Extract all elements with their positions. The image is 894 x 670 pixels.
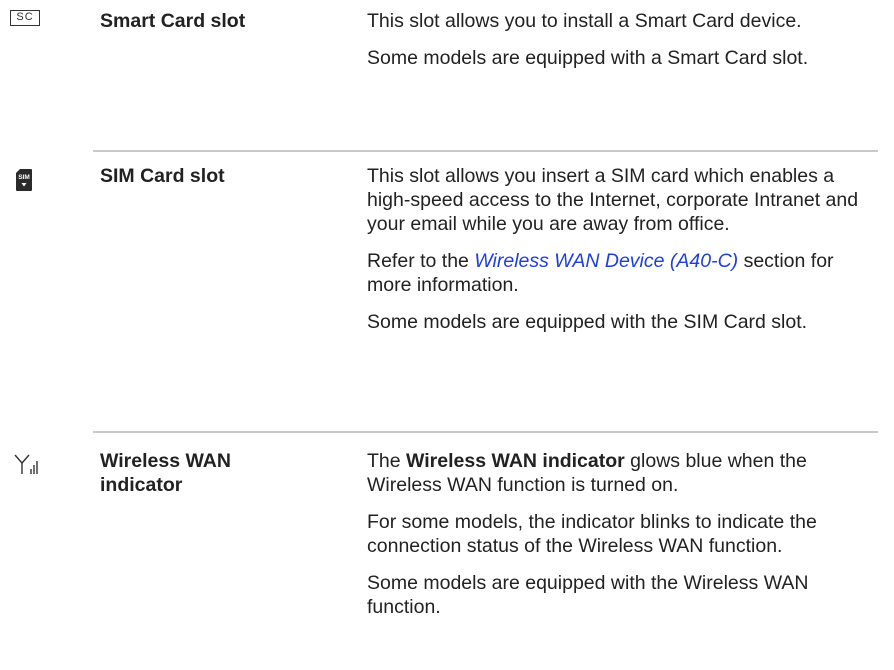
term-smart-card-slot: Smart Card slot: [100, 10, 246, 32]
desc-wireless-wan-indicator: The Wireless WAN indicator glows blue wh…: [367, 449, 867, 619]
intro-text-before: The: [367, 450, 407, 472]
paragraph: This slot allows you to install a Smart …: [367, 10, 802, 32]
term-wireless-wan-indicator: Wireless WAN indicator: [100, 450, 231, 496]
wireless-wan-antenna-icon: [14, 454, 38, 474]
divider: [93, 150, 878, 152]
wireless-wan-device-link[interactable]: Wireless WAN Device (A40-C): [474, 250, 738, 272]
desc-smart-card-slot: This slot allows you to install a Smart …: [367, 9, 867, 70]
refer-text-before: Refer to the: [367, 250, 475, 272]
divider: [93, 431, 878, 433]
paragraph: Some models are equipped with a Smart Ca…: [367, 47, 809, 69]
sim-card-icon: SIM: [16, 169, 32, 191]
paragraph: Some models are equipped with the SIM Ca…: [367, 311, 808, 333]
sim-card-icon-label: SIM: [18, 174, 30, 181]
intro-text-bold: Wireless WAN indicator: [406, 450, 625, 472]
paragraph: For some models, the indicator blinks to…: [367, 511, 817, 557]
refer-paragraph: Refer to the Wireless WAN Device (A40-C)…: [367, 249, 867, 297]
paragraph: This slot allows you insert a SIM card w…: [367, 165, 859, 235]
term-sim-card-slot: SIM Card slot: [100, 165, 225, 187]
smart-card-icon: SC: [10, 10, 40, 26]
manual-page: SC Smart Card slot This slot allows you …: [0, 0, 894, 670]
intro-paragraph: The Wireless WAN indicator glows blue wh…: [367, 449, 867, 497]
paragraph: Some models are equipped with the Wirele…: [367, 572, 809, 618]
desc-sim-card-slot: This slot allows you insert a SIM card w…: [367, 164, 867, 334]
